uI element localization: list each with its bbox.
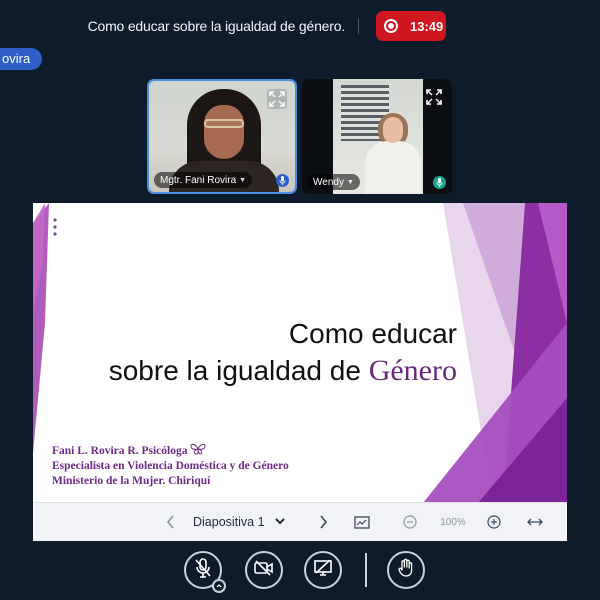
slide-title-line-2-text: sobre la igualdad de xyxy=(108,355,369,386)
credit-line: Ministerio de la Mujer. Chiriquí xyxy=(52,475,211,487)
recording-timer: 13:49 xyxy=(410,18,444,34)
whiteboard-icon[interactable] xyxy=(351,503,373,541)
zoom-in-icon[interactable] xyxy=(483,503,505,541)
title-divider xyxy=(358,18,359,34)
meeting-title: Como educar sobre la igualdad de género. xyxy=(87,18,346,34)
slide-credits: Fani L. Rovira R. Psicóloga Especialista… xyxy=(52,443,289,489)
slide-title-line-2: sobre la igualdad de Género xyxy=(109,352,457,389)
video-tile-fani-rovira[interactable]: Mgtr. Fani Rovira ▼ xyxy=(147,79,297,194)
butterfly-logo-icon xyxy=(190,443,206,455)
mic-icon xyxy=(276,174,289,187)
chevron-down-icon: ▼ xyxy=(346,178,354,186)
credit-author: Fani L. Rovira R. Psicóloga xyxy=(52,445,188,457)
chevron-down-icon xyxy=(274,517,285,528)
raise-hand-button[interactable] xyxy=(387,551,425,589)
mic-muted-icon xyxy=(194,557,212,583)
controls-divider xyxy=(365,553,367,587)
video-tile-wendy[interactable]: Wendy ▼ xyxy=(302,79,452,194)
participant-name-pill[interactable]: Mgtr. Fani Rovira ▼ xyxy=(154,172,253,188)
raise-hand-icon xyxy=(398,558,414,582)
expand-icon[interactable] xyxy=(267,89,287,109)
recording-button[interactable]: 13:49 xyxy=(376,11,446,41)
camera-toggle-button[interactable] xyxy=(245,551,283,589)
chevron-right-icon[interactable] xyxy=(313,503,333,541)
mic-icon xyxy=(433,176,446,189)
fit-width-icon[interactable] xyxy=(523,503,547,541)
credit-line: Fani L. Rovira R. Psicóloga xyxy=(52,443,289,459)
zoom-out-icon[interactable] xyxy=(399,503,421,541)
credit-line: Especialista en Violencia Doméstica y de… xyxy=(52,460,289,472)
screen-share-off-icon xyxy=(314,558,332,581)
slide-selector[interactable]: Diapositiva 1 xyxy=(193,503,303,541)
presentation-slide[interactable]: Como educar sobre la igualdad de Género … xyxy=(33,203,567,541)
chevron-down-icon: ▼ xyxy=(239,176,247,184)
participant-name: Wendy xyxy=(313,176,344,188)
presenter-badge[interactable]: ovira xyxy=(0,48,43,70)
slide-title-line-1: Como educar xyxy=(288,318,457,349)
record-icon xyxy=(384,19,398,33)
screen-share-button[interactable] xyxy=(304,551,342,589)
slide-title-accent: Género xyxy=(368,354,457,387)
chevron-left-icon[interactable] xyxy=(161,503,181,541)
slide-title: Como educar sobre la igualdad de Género xyxy=(109,315,457,389)
participant-name-pill[interactable]: Wendy ▼ xyxy=(307,174,360,190)
camera-off-icon xyxy=(254,559,274,581)
mic-options-button[interactable] xyxy=(212,579,226,593)
expand-icon[interactable] xyxy=(424,87,444,107)
participant-name: Mgtr. Fani Rovira xyxy=(160,174,237,186)
zoom-level: 100% xyxy=(440,516,466,528)
slide-menu-icon[interactable] xyxy=(53,217,57,237)
slide-toolbar: Diapositiva 1 100% xyxy=(33,502,567,541)
slide-selector-label: Diapositiva 1 xyxy=(193,515,265,529)
